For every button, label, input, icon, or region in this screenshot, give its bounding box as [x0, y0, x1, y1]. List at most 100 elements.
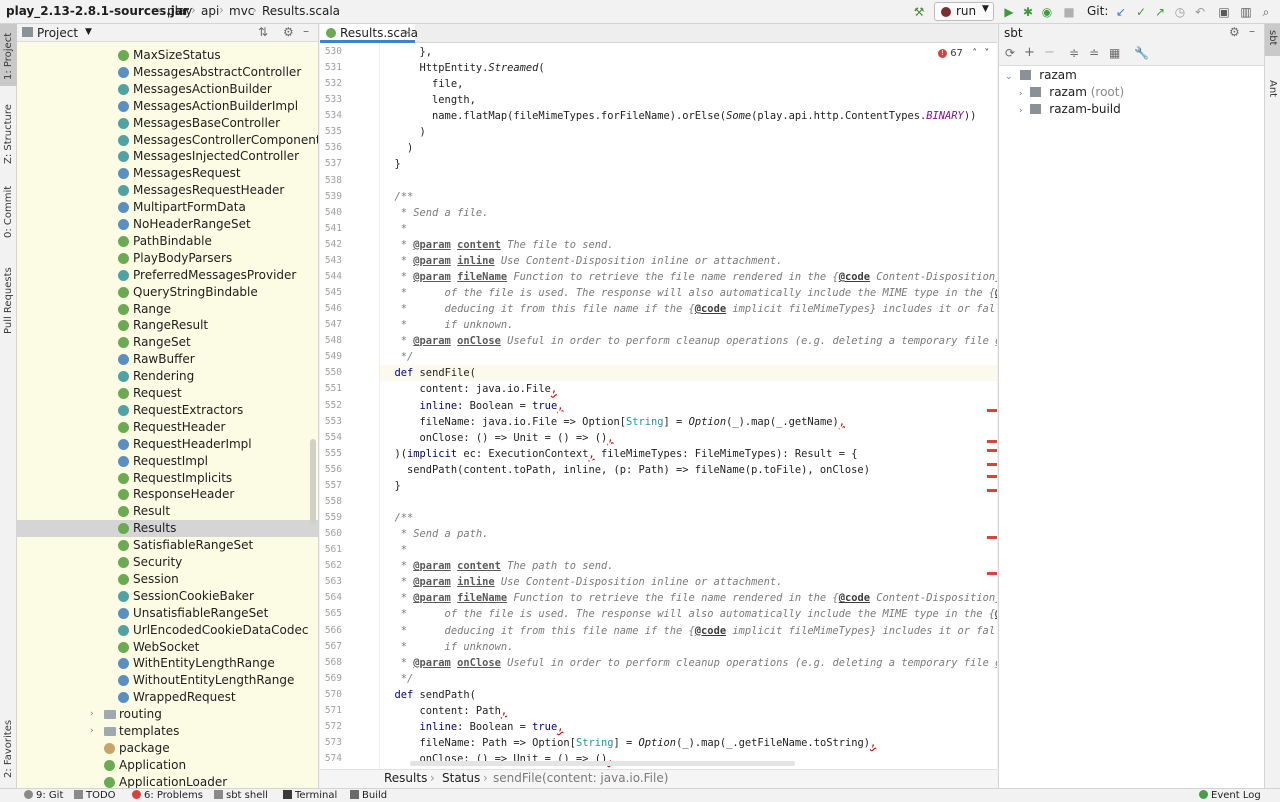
group-modules-icon[interactable]: ▦ — [1109, 46, 1120, 60]
tool-button-problems[interactable]: 6: Problems — [132, 790, 203, 801]
code-line[interactable]: /** — [382, 189, 414, 205]
tree-item[interactable]: SatisfiableRangeSet — [17, 537, 318, 554]
tool-tab-pull-requests[interactable]: Pull Requests — [0, 256, 17, 336]
git-history-icon[interactable]: ◷ — [1172, 4, 1188, 20]
tree-item[interactable]: Session — [17, 571, 318, 588]
tool-tab-sbt[interactable]: sbt — [1265, 24, 1280, 56]
wrench-icon[interactable]: 🔧 — [1134, 46, 1149, 60]
tree-item[interactable]: MessagesAbstractController — [17, 64, 318, 81]
code-line[interactable]: * @param content The file to send. — [382, 237, 614, 253]
tree-item[interactable]: RangeResult — [17, 317, 318, 334]
code-line[interactable]: * @param fileName Function to retrieve t… — [382, 590, 997, 606]
code-line[interactable]: } — [382, 478, 401, 494]
tool-tab-project[interactable]: 1: Project — [0, 24, 17, 86]
tree-item[interactable]: RequestHeaderImpl — [17, 436, 318, 453]
chevron-up-icon[interactable]: ˄ — [972, 48, 977, 59]
code-line[interactable]: * @param fileName Function to retrieve t… — [382, 269, 997, 285]
tree-item[interactable]: RangeSet — [17, 334, 318, 351]
breadcrumb-mvc[interactable]: mvc — [229, 4, 254, 18]
tab-results-scala[interactable]: Results.scala × — [320, 24, 418, 43]
code-line[interactable]: sendPath(content.toPath, inline, (p: Pat… — [382, 462, 870, 478]
tree-item[interactable]: MessagesInjectedController — [17, 148, 318, 165]
tool-tab-favorites[interactable]: 2: Favorites — [0, 710, 17, 780]
git-push-icon[interactable]: ↗ — [1152, 4, 1168, 20]
tree-item[interactable]: WithEntityLengthRange — [17, 655, 318, 672]
code-line[interactable]: * @param inline Use Content-Disposition … — [382, 574, 783, 590]
tree-item[interactable]: UnsatisfiableRangeSet — [17, 605, 318, 622]
code-line[interactable]: * deducing it from this file name if the… — [382, 301, 997, 317]
code-line[interactable]: def sendPath( — [382, 687, 476, 703]
tree-item[interactable]: RawBuffer — [17, 351, 318, 368]
code-line[interactable]: * deducing it from this file name if the… — [382, 623, 997, 639]
code-line[interactable]: ) — [382, 124, 426, 140]
code-line[interactable]: * @param content The path to send. — [382, 558, 614, 574]
tree-item[interactable]: Application — [17, 757, 318, 774]
code-line[interactable]: /** — [382, 510, 414, 526]
git-commit-icon[interactable]: ✓ — [1133, 4, 1149, 20]
breadcrumb-sendfile[interactable]: sendFile(content: java.io.File) — [493, 771, 668, 785]
code-line[interactable]: onClose: () => Unit = () => (), — [382, 430, 614, 446]
add-icon[interactable]: + — [1024, 45, 1035, 60]
gear-icon[interactable]: ⚙ — [1229, 25, 1240, 39]
build-hammer-icon[interactable]: ⚒ — [911, 4, 927, 20]
chevron-right-icon[interactable]: › — [1019, 106, 1023, 116]
split-window-icon[interactable]: ▥ — [1238, 4, 1254, 20]
tree-item[interactable]: PathBindable — [17, 233, 318, 250]
code-line[interactable]: * — [382, 221, 407, 237]
breadcrumb-status[interactable]: Status — [442, 771, 480, 785]
chevron-right-icon[interactable]: › — [90, 706, 94, 723]
tree-item[interactable]: RequestImpl — [17, 453, 318, 470]
code-line[interactable]: HttpEntity.Streamed( — [382, 60, 545, 76]
git-rollback-icon[interactable]: ↶ — [1192, 4, 1208, 20]
code-line[interactable]: )(implicit ec: ExecutionContext, fileMim… — [382, 446, 858, 462]
code-line[interactable]: file, — [382, 76, 463, 92]
code-line[interactable]: */ — [382, 671, 414, 687]
remove-icon[interactable]: − — [1044, 45, 1055, 60]
error-stripe-mark[interactable] — [987, 440, 997, 443]
sbt-module-node[interactable]: › razam (root) — [1019, 84, 1124, 101]
tree-item[interactable]: ApplicationLoader — [17, 774, 318, 788]
code-line[interactable]: * if unknown. — [382, 639, 514, 655]
tree-item[interactable]: NoHeaderRangeSet — [17, 216, 318, 233]
tree-item[interactable]: WrappedRequest — [17, 689, 318, 706]
stop-icon[interactable]: ■ — [1061, 4, 1077, 20]
tree-item[interactable]: › templates — [17, 723, 318, 740]
tree-item[interactable]: WithoutEntityLengthRange — [17, 672, 318, 689]
tree-item[interactable]: MessagesBaseController — [17, 115, 318, 132]
code-line[interactable]: * @param onClose Useful in order to perf… — [382, 333, 997, 349]
error-stripe-mark[interactable] — [987, 572, 997, 575]
error-stripe-mark[interactable] — [987, 463, 997, 466]
code-line[interactable]: * Send a path. — [382, 526, 489, 542]
code-line[interactable]: length, — [382, 92, 476, 108]
window-icon[interactable]: ▣ — [1216, 4, 1232, 20]
collapse-all-icon[interactable]: ⇅ — [258, 25, 268, 39]
code-line[interactable]: ) — [382, 140, 413, 156]
breadcrumb-results[interactable]: Results — [384, 771, 427, 785]
tree-item[interactable]: Result — [17, 503, 318, 520]
code-line[interactable]: content: java.io.File, — [382, 381, 558, 397]
editor-horizontal-scrollbar[interactable] — [410, 761, 795, 766]
tool-button-build[interactable]: Build — [350, 790, 387, 801]
gear-icon[interactable]: ⚙ — [283, 25, 294, 39]
coverage-icon[interactable]: ◉ — [1039, 4, 1055, 20]
breadcrumb-play[interactable]: play — [167, 4, 192, 18]
tree-item[interactable]: MessagesActionBuilderImpl — [17, 98, 318, 115]
error-stripe-mark[interactable] — [987, 475, 997, 478]
project-tree-scrollbar[interactable] — [310, 439, 316, 524]
tree-item[interactable]: package — [17, 740, 318, 757]
code-line[interactable]: * — [382, 542, 407, 558]
run-configuration-select[interactable]: run ▼ — [934, 2, 994, 21]
tree-item[interactable]: Request — [17, 385, 318, 402]
error-stripe-mark[interactable] — [987, 449, 997, 452]
tool-tab-structure[interactable]: Z: Structure — [0, 98, 17, 168]
code-line[interactable]: * if unknown. — [382, 317, 514, 333]
tool-button-sbt-shell[interactable]: sbt shell — [214, 790, 268, 801]
chevron-down-icon[interactable]: ˅ — [984, 48, 989, 59]
tree-item[interactable]: WebSocket — [17, 639, 318, 656]
search-icon[interactable]: ⌕ — [1258, 4, 1274, 20]
tree-item[interactable]: UrlEncodedCookieDataCodec — [17, 622, 318, 639]
run-icon[interactable]: ▶ — [1001, 4, 1017, 20]
code-line[interactable]: name.flatMap(fileMimeTypes.forFileName).… — [382, 108, 976, 124]
tree-item[interactable]: QueryStringBindable — [17, 284, 318, 301]
breadcrumb-file[interactable]: Results.scala — [262, 4, 340, 18]
